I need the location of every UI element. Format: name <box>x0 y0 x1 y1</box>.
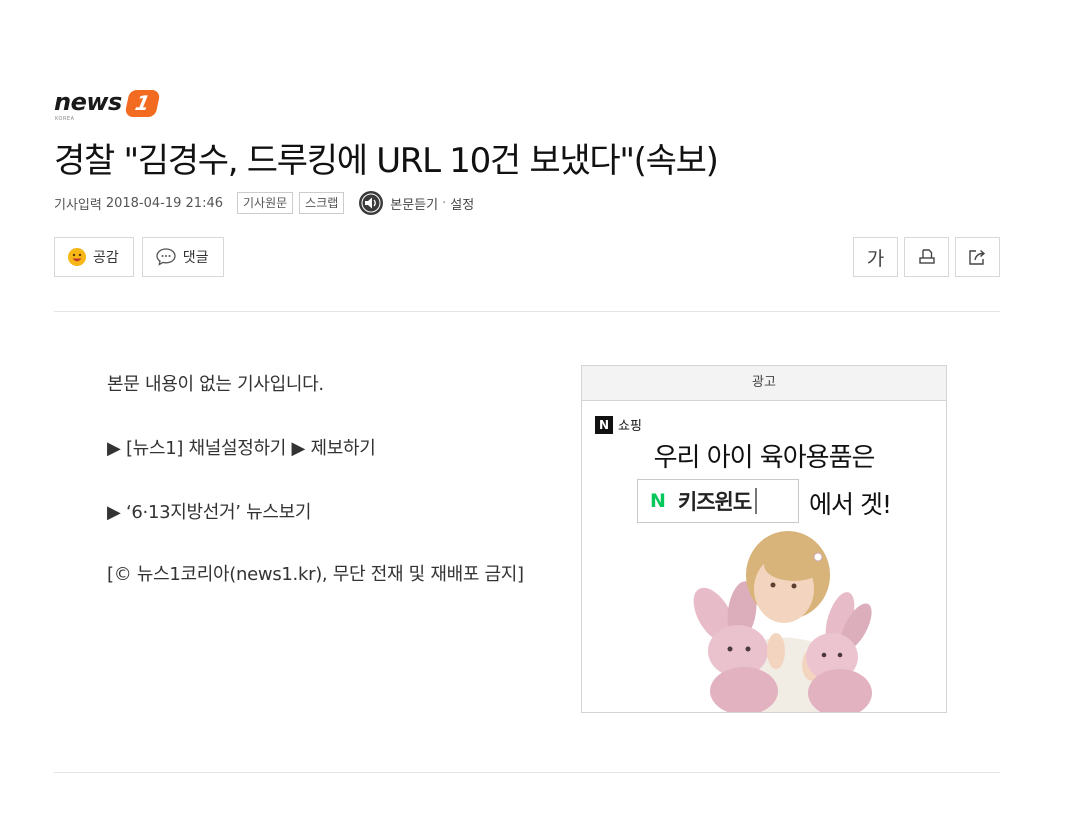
body-notice: 본문 내용이 없는 기사입니다. <box>107 374 324 395</box>
logo-wordmark: news <box>54 88 122 116</box>
font-size-button[interactable]: 가 <box>853 237 898 277</box>
share-button[interactable] <box>955 237 1000 277</box>
smile-emoji-icon <box>68 248 86 266</box>
logo-subtext: KOREA <box>55 116 75 122</box>
like-label: 공감 <box>93 250 119 266</box>
ad-suffix-text: 에서 겟! <box>809 490 892 519</box>
naver-shopping-badge: N 쇼핑 <box>595 415 642 434</box>
naver-green-n-icon: N <box>650 490 666 512</box>
comment-label: 댓글 <box>182 250 209 266</box>
ad-banner[interactable]: 광고 N 쇼핑 우리 아이 육아용품은 N 키즈윈도 에서 겟! <box>581 365 947 713</box>
scrap-button[interactable]: 스크랩 <box>299 192 345 214</box>
shopping-label: 쇼핑 <box>618 419 642 434</box>
child-with-bunny-image <box>693 531 872 712</box>
article-datetime: 2018-04-19 21:46 <box>105 195 223 211</box>
speaker-icon[interactable] <box>358 190 384 216</box>
ad-label: 광고 <box>582 366 946 401</box>
original-article-button[interactable]: 기사원문 <box>237 192 294 214</box>
print-button[interactable] <box>904 237 949 277</box>
speech-bubble-icon <box>156 248 176 266</box>
ad-content[interactable]: N 쇼핑 우리 아이 육아용품은 N 키즈윈도 에서 겟! <box>582 401 946 712</box>
print-icon <box>918 249 935 264</box>
logo-number-badge: 1 <box>124 90 161 117</box>
reaction-buttons: 공감 댓글 <box>54 237 232 277</box>
article-headline: 경찰 "김경수, 드루킹에 URL 10건 보냈다"(속보) <box>54 141 719 181</box>
article-tools: 가 <box>847 237 1000 277</box>
copyright-notice: [© 뉴스1코리아(news1.kr), 무단 전재 및 재배포 금지] <box>107 564 524 585</box>
top-divider <box>54 311 1000 312</box>
article-input-label: 기사입력 <box>54 197 102 213</box>
ad-search-keyword: 키즈윈도 <box>677 490 752 514</box>
text-cursor <box>755 488 758 514</box>
comment-button[interactable]: 댓글 <box>141 237 224 277</box>
meta-separator: · <box>442 195 447 211</box>
listen-setting-link[interactable]: 설정 <box>450 194 474 213</box>
election-news-link[interactable]: ▶ ‘6·13지방선거’ 뉴스보기 <box>107 498 547 528</box>
share-icon <box>968 249 985 265</box>
channel-setting-links[interactable]: ▶ [뉴스1] 채널설정하기 ▶ 제보하기 <box>107 434 547 464</box>
article-meta: 기사입력 2018-04-19 21:46 기사원문 스크랩 본문듣기 · 설정 <box>54 190 474 216</box>
article-body: 본문 내용이 없는 기사입니다. ▶ [뉴스1] 채널설정하기 ▶ 제보하기 ▶… <box>107 370 547 590</box>
naver-n-icon: N <box>595 415 613 434</box>
ad-search-box[interactable]: N 키즈윈도 <box>637 479 799 523</box>
listen-article-link[interactable]: 본문듣기 <box>390 194 438 213</box>
ad-headline: 우리 아이 육아용품은 <box>653 443 876 473</box>
like-button[interactable]: 공감 <box>54 237 134 277</box>
bottom-divider <box>54 772 1000 773</box>
